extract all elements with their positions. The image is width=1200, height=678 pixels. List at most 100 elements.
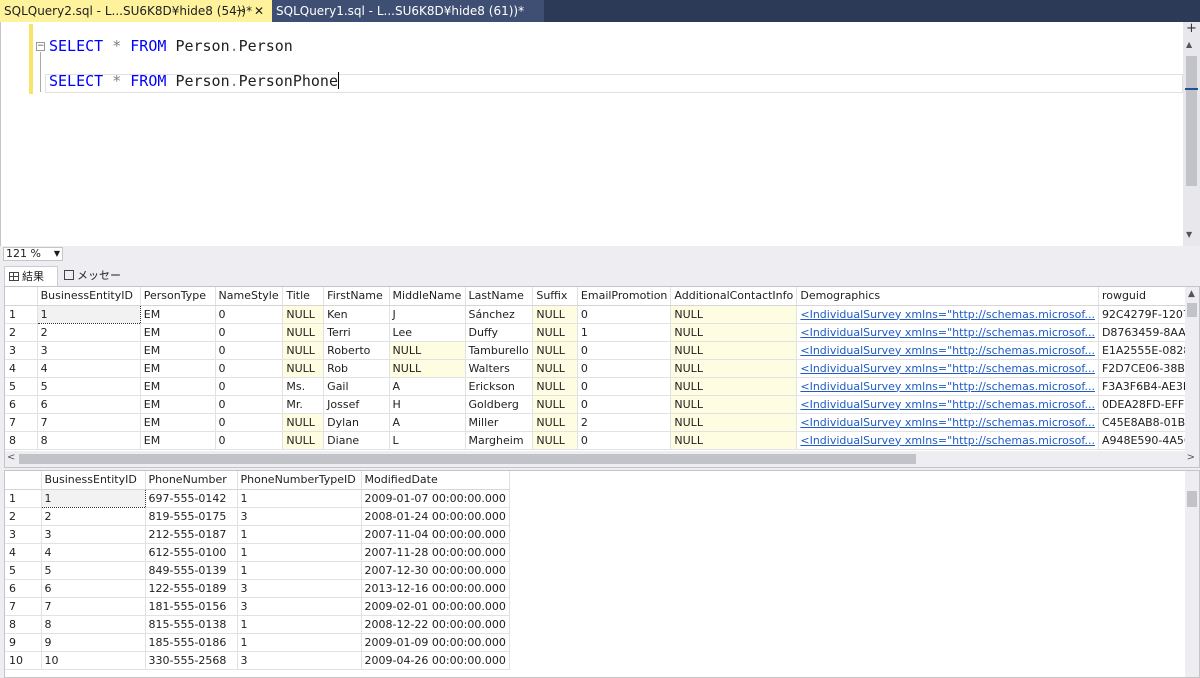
table-cell[interactable]: 0 (215, 323, 284, 342)
table-row[interactable]: 7 7 181-555-0156 3 2009-02-01 00:00:00.000 (5, 597, 510, 616)
column-header[interactable]: rowguid (1098, 287, 1199, 306)
table-row[interactable]: 1 1 697-555-0142 1 2009-01-07 00:00:00.000 (5, 488, 510, 508)
table-cell[interactable]: 1 (577, 323, 672, 342)
table-row[interactable]: 8 8 815-555-0138 1 2008-12-22 00:00:00.000 (5, 615, 510, 634)
table-cell[interactable]: 0 (577, 305, 672, 324)
table-row[interactable]: 3 3 212-555-0187 1 2007-11-04 00:00:00.000 (5, 525, 510, 544)
table-cell[interactable]: 0 (215, 305, 284, 324)
table-cell[interactable]: <IndividualSurvey xmlns="http://schemas.… (796, 395, 1099, 414)
table-cell[interactable]: NULL (532, 377, 578, 396)
table-cell[interactable]: NULL (389, 359, 466, 378)
tab-sqlquery2[interactable]: SQLQuery2.sql - L...SU6K8D¥hide8 (54))* … (0, 0, 272, 22)
query-editor[interactable]: − SELECT * FROM Person.Person SELECT * F… (0, 22, 1200, 246)
table-cell[interactable]: NULL (532, 305, 578, 324)
table-cell[interactable]: <IndividualSurvey xmlns="http://schemas.… (796, 377, 1099, 396)
table-cell[interactable]: 212-555-0187 (145, 525, 238, 544)
table-cell[interactable]: Goldberg (465, 395, 534, 414)
table-cell[interactable]: F2D7CE06-38B3 (1098, 359, 1199, 378)
table-cell[interactable]: NULL (532, 395, 578, 414)
column-header[interactable]: PersonType (140, 287, 216, 306)
grid2-vertical-scrollbar[interactable] (1185, 471, 1199, 677)
column-header[interactable]: BusinessEntityID (41, 471, 146, 490)
table-cell[interactable]: F3A3F6B4-AE3E (1098, 377, 1199, 396)
table-cell[interactable]: EM (140, 341, 216, 360)
scroll-left-icon[interactable]: < (7, 452, 15, 463)
table-cell[interactable]: NULL (670, 377, 798, 396)
table-cell[interactable]: 330-555-2568 (145, 651, 238, 670)
table-cell[interactable]: NULL (532, 413, 578, 432)
table-cell[interactable]: EM (140, 305, 216, 324)
table-cell[interactable]: A (389, 377, 466, 396)
table-cell[interactable]: Walters (465, 359, 534, 378)
scroll-right-icon[interactable]: > (1187, 452, 1195, 463)
table-cell[interactable]: Rob (323, 359, 390, 378)
table-cell[interactable]: 697-555-0142 (145, 489, 238, 508)
table-cell[interactable]: 3 (237, 651, 362, 670)
table-cell[interactable]: 2013-12-16 00:00:00.000 (361, 579, 510, 598)
table-cell[interactable]: 0 (215, 341, 284, 360)
column-header[interactable]: BusinessEntityID (37, 287, 141, 306)
table-cell[interactable]: <IndividualSurvey xmlns="http://schemas.… (796, 341, 1099, 360)
table-cell[interactable]: Diane (323, 431, 390, 450)
table-row[interactable]: 9 9 185-555-0186 1 2009-01-09 00:00:00.000 (5, 633, 510, 652)
table-cell[interactable]: 3 (237, 579, 362, 598)
scrollbar-thumb[interactable] (19, 454, 916, 464)
column-header[interactable]: Suffix (532, 287, 578, 306)
table-cell[interactable]: 612-555-0100 (145, 543, 238, 562)
table-cell[interactable]: 2 (577, 413, 672, 432)
table-cell[interactable]: 9 (41, 633, 146, 652)
code-line-1[interactable]: SELECT * FROM Person.Person (49, 37, 293, 55)
table-cell[interactable]: NULL (532, 359, 578, 378)
table-cell[interactable]: NULL (670, 323, 798, 342)
table-cell[interactable]: 6 (37, 395, 141, 414)
table-cell[interactable]: NULL (282, 359, 325, 378)
table-cell[interactable]: 2007-11-28 00:00:00.000 (361, 543, 510, 562)
scrollbar-thumb[interactable] (1186, 56, 1197, 186)
table-cell[interactable]: 2008-12-22 00:00:00.000 (361, 615, 510, 634)
table-cell[interactable]: Margheim (465, 431, 534, 450)
table-cell[interactable]: Ms. (282, 377, 325, 396)
table-row[interactable]: 7 7 EM 0 NULL Dylan A Miller NULL 2 NULL <Individua… (5, 413, 1199, 432)
tab-messages[interactable]: メッセージ (60, 266, 128, 302)
table-cell[interactable]: NULL (532, 341, 578, 360)
table-cell[interactable]: EM (140, 395, 216, 414)
table-cell[interactable]: 92C4279F-1207- (1098, 305, 1199, 324)
table-cell[interactable]: NULL (670, 359, 798, 378)
table-row[interactable]: 3 3 EM 0 NULL Roberto NULL Tamburello NULL 0 NULL <… (5, 341, 1199, 360)
table-cell[interactable]: Roberto (323, 341, 390, 360)
table-cell[interactable]: <IndividualSurvey xmlns="http://schemas.… (796, 413, 1099, 432)
split-icon[interactable]: + (1185, 22, 1198, 36)
table-cell[interactable]: 1 (237, 525, 362, 544)
table-cell[interactable]: 0 (577, 377, 672, 396)
table-cell[interactable]: 4 (41, 543, 146, 562)
table-cell[interactable]: D8763459-8AA8 (1098, 323, 1199, 342)
column-header[interactable]: AdditionalContactInfo (670, 287, 798, 306)
table-cell[interactable]: 3 (237, 507, 362, 526)
table-cell[interactable]: 122-555-0189 (145, 579, 238, 598)
table-row[interactable]: 10 10 330-555-2568 3 2009-04-26 00:00:00.000 (5, 651, 510, 670)
editor-vertical-scrollbar[interactable]: + ▲ ▼ (1183, 22, 1200, 246)
table-cell[interactable]: NULL (282, 323, 325, 342)
table-row[interactable]: 1 1 EM 0 NULL Ken J Sánchez NULL 0 NULL <Individual… (5, 304, 1199, 324)
table-cell[interactable]: 1 (237, 615, 362, 634)
table-cell[interactable]: A (389, 413, 466, 432)
table-row[interactable]: 4 4 EM 0 NULL Rob NULL Walters NULL 0 NULL <Individ… (5, 359, 1199, 378)
table-cell[interactable]: 1 (36, 304, 141, 324)
table-cell[interactable]: Tamburello (465, 341, 534, 360)
table-cell[interactable]: EM (140, 431, 216, 450)
table-cell[interactable]: NULL (532, 323, 578, 342)
table-cell[interactable]: Gail (323, 377, 390, 396)
table-cell[interactable]: Dylan (323, 413, 390, 432)
close-icon[interactable]: ✕ (254, 0, 264, 22)
table-cell[interactable]: Miller (465, 413, 534, 432)
grid1-vertical-scrollbar[interactable]: ▲ (1185, 287, 1199, 453)
table-cell[interactable]: EM (140, 377, 216, 396)
table-cell[interactable]: 185-555-0186 (145, 633, 238, 652)
table-cell[interactable]: 0 (215, 413, 284, 432)
column-header[interactable]: Title (282, 287, 325, 306)
table-cell[interactable]: Erickson (465, 377, 534, 396)
table-cell[interactable]: 3 (41, 525, 146, 544)
collapse-icon[interactable]: − (36, 42, 45, 51)
table-row[interactable]: 2 2 EM 0 NULL Terri Lee Duffy NULL 1 NULL <Individu… (5, 323, 1199, 342)
table-cell[interactable]: 0 (577, 359, 672, 378)
